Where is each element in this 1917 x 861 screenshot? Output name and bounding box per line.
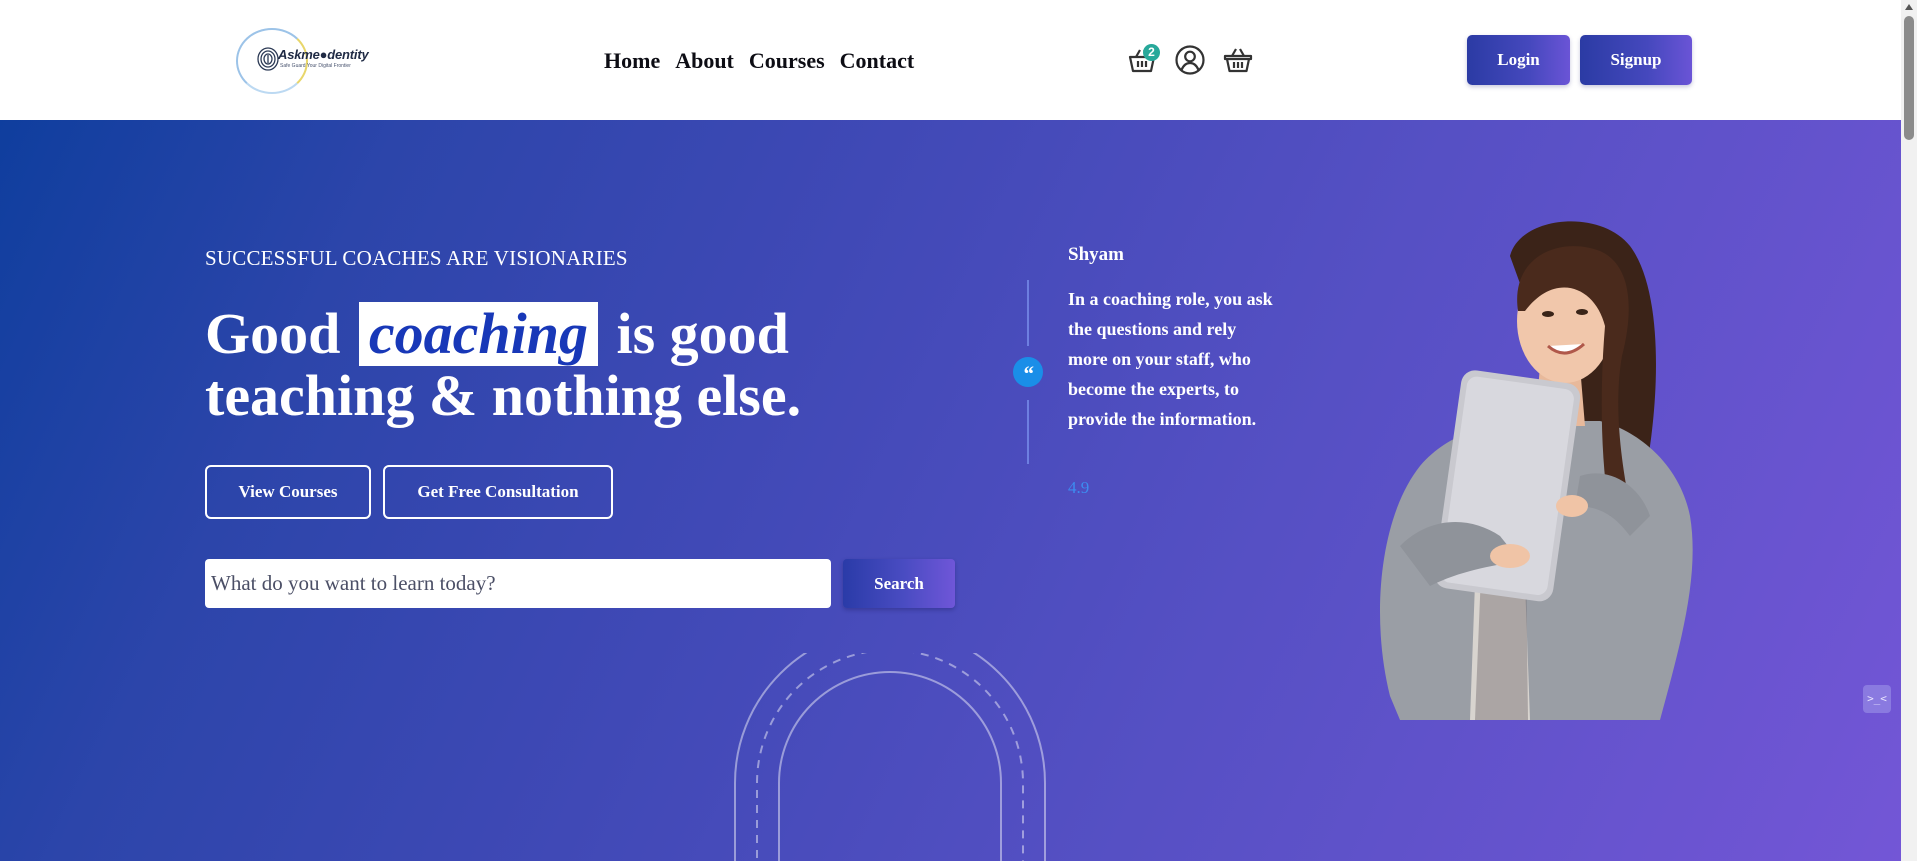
site-header: Askme●dentity Safe Guard Your Digital Fr… (0, 0, 1901, 120)
course-search-input[interactable] (205, 559, 831, 608)
search-button[interactable]: Search (843, 559, 955, 608)
user-icon (1175, 45, 1205, 75)
testimonial-divider-bottom (1027, 400, 1029, 464)
testimonial-divider-top (1027, 280, 1029, 346)
hero-woman-image (1380, 221, 1693, 720)
chat-widget-tab[interactable]: >_< (1863, 685, 1891, 713)
page-scrollbar[interactable] (1901, 0, 1917, 861)
logo-brand-text: Askme●dentity (278, 47, 369, 62)
signup-button[interactable]: Signup (1580, 35, 1692, 85)
user-account-button[interactable] (1174, 44, 1206, 76)
scrollbar-thumb[interactable] (1904, 16, 1914, 140)
nav-contact[interactable]: Contact (840, 46, 915, 76)
nav-courses[interactable]: Courses (749, 46, 825, 76)
scroll-up-arrow-icon[interactable] (1905, 4, 1913, 10)
testimonial-rating: 4.9 (1068, 478, 1090, 497)
site-logo[interactable]: Askme●dentity Safe Guard Your Digital Fr… (236, 26, 386, 94)
headline-part2: is good (616, 301, 789, 366)
headline-line2: teaching & nothing else. (205, 363, 802, 428)
free-consultation-button[interactable]: Get Free Consultation (383, 465, 613, 519)
main-nav: Home About Courses Contact (604, 46, 914, 76)
view-courses-button[interactable]: View Courses (205, 465, 371, 519)
quote-icon: “ (1013, 357, 1043, 387)
testimonial-text: In a coaching role, you ask the question… (1068, 289, 1273, 429)
headline-part1: Good (205, 301, 341, 366)
basket-icon (1223, 48, 1253, 73)
cart-button[interactable]: 2 (1126, 44, 1160, 76)
logo-tagline: Safe Guard Your Digital Frontier (280, 63, 351, 69)
headline-highlight: coaching (358, 302, 598, 366)
nav-home[interactable]: Home (604, 46, 660, 76)
basket-button[interactable] (1222, 44, 1254, 76)
decorative-arch (734, 653, 1046, 861)
hero-eyebrow: SUCCESSFUL COACHES ARE VISIONARIES (205, 246, 628, 270)
fingerprint-icon (257, 47, 279, 71)
hero-section: SUCCESSFUL COACHES ARE VISIONARIES Good … (0, 120, 1901, 861)
nav-about[interactable]: About (675, 46, 734, 76)
header-icon-group: 2 (1126, 44, 1254, 76)
hero-headline: Good coaching is good teaching & nothing… (205, 302, 801, 426)
login-button[interactable]: Login (1467, 35, 1570, 85)
testimonial-name: Shyam (1068, 244, 1124, 265)
cart-count-badge: 2 (1143, 44, 1160, 61)
